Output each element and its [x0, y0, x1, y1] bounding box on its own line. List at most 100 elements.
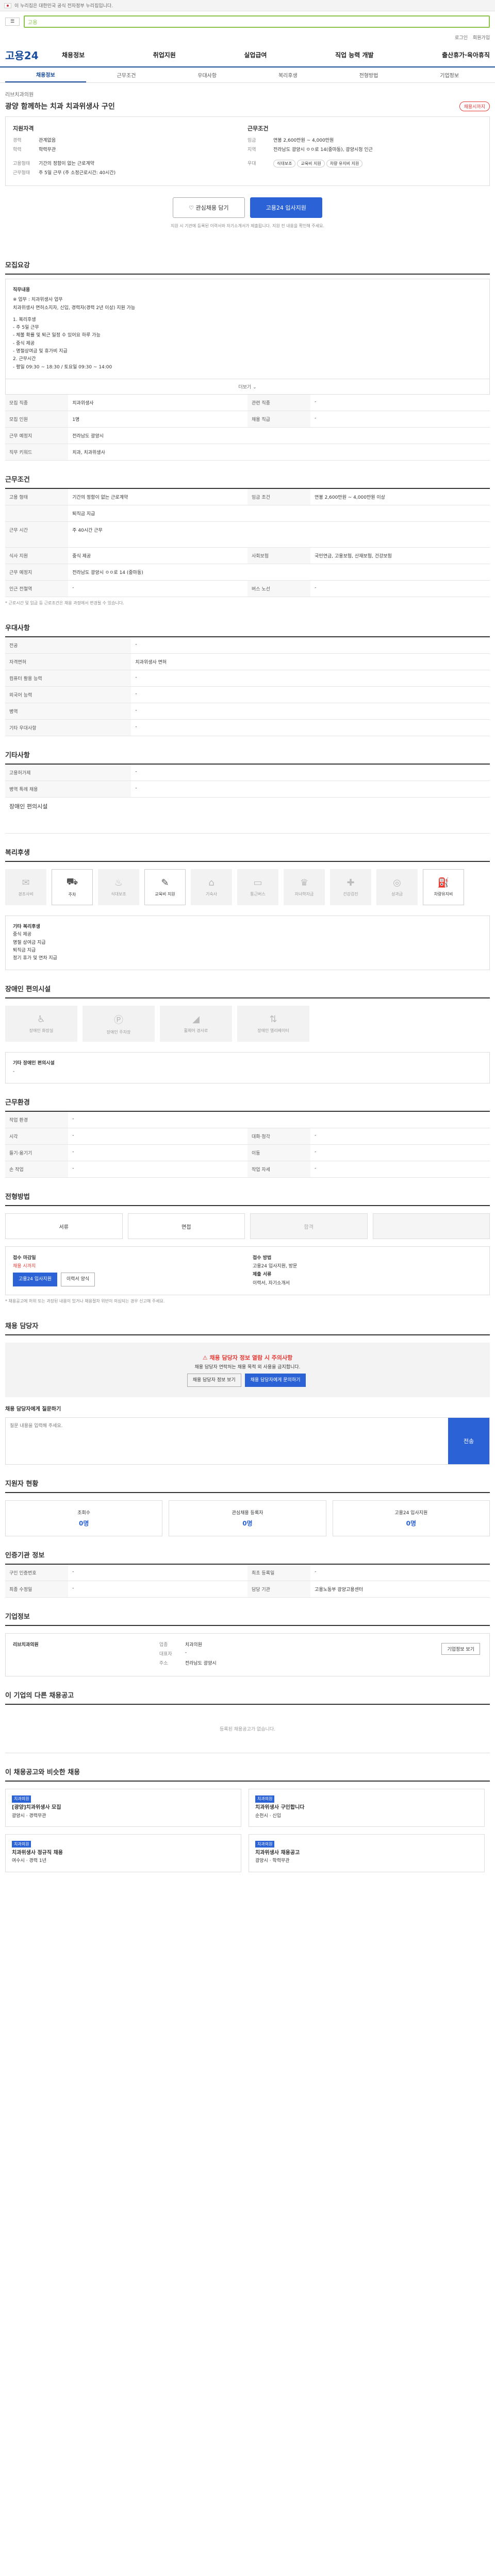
- welfare-label: 식대보조: [111, 891, 126, 896]
- welfare-label: 경조사비: [18, 891, 34, 896]
- td: -: [310, 1161, 490, 1178]
- welfare-line: 퇴직금 지급: [13, 947, 36, 953]
- hamburger-icon[interactable]: ☰: [5, 18, 20, 26]
- td: -: [310, 580, 490, 597]
- alert-title: 채용 담당자 정보 열람 시 주의사항: [209, 1354, 293, 1361]
- section-title-text: 인증기관 정보: [5, 1551, 45, 1560]
- th: 병역 특례 채용: [5, 781, 131, 798]
- card-meta: 광양시 · 경력무관: [12, 1813, 46, 1819]
- company-name[interactable]: 리브치과의원: [5, 90, 490, 98]
- elevator-icon: ⇅: [269, 1014, 277, 1025]
- empty-message: 등록된 채용공고가 없습니다.: [5, 1705, 490, 1753]
- card-meta: 광양시 · 학력무관: [255, 1858, 290, 1864]
- pref-table: 전공 - 자격면허 치과위생사 면허 컴퓨터 활용 능력 - 외국어 능력 - 병역 - …: [5, 637, 490, 736]
- desc-line: - 중식 제공: [13, 341, 35, 346]
- welfare-line: 중식 제공: [13, 932, 31, 938]
- welfare-item: ♨ 식대보조: [98, 869, 139, 905]
- ask-contact-button[interactable]: 채용 담당자에게 문의하기: [244, 1373, 306, 1387]
- tab[interactable]: 근무조건: [86, 67, 167, 82]
- search-input[interactable]: 고용: [24, 15, 490, 28]
- status-value: 0명: [406, 1519, 417, 1527]
- disability-label: 장애인 화장실: [29, 1028, 54, 1033]
- th: 인근 전철역: [5, 580, 69, 597]
- condition-table: 고용 형태 기간의 정함이 없는 근로계약 임금 조건 연봉 2,600만원 ~ 4,…: [5, 488, 490, 597]
- join-link[interactable]: 회원가입: [473, 34, 490, 41]
- nav-item[interactable]: 채용정보: [62, 50, 85, 59]
- view-contact-button[interactable]: 채용 담당자 정보 보기: [187, 1373, 241, 1387]
- kv-value: 치과의원: [185, 1642, 202, 1648]
- bus-icon: ▭: [253, 877, 262, 888]
- nav-item[interactable]: 취업지원: [153, 50, 176, 59]
- section-title: 우대사항: [5, 622, 490, 637]
- benefit-chips: 식대보조 교육비 지원 차량 유지비 지원: [273, 160, 482, 167]
- td: 기간의 정함이 없는 근로계약: [68, 488, 248, 505]
- job-card[interactable]: 치과의원 치과위생사 채용공고 광양시 · 학력무관: [249, 1834, 485, 1872]
- section-title-text: 기업정보: [5, 1613, 30, 1621]
- section-corp: 기업정보 리브치과의원 업종 치과의원 대표자 - 주소 전라남도 광양시 기업정보 …: [5, 1611, 490, 1676]
- status-box: 조회수 0명: [5, 1500, 163, 1536]
- th: 들기·옮기기: [5, 1144, 69, 1162]
- scrap-button[interactable]: ♡ 관심채용 담기: [173, 197, 245, 218]
- td: -: [131, 670, 490, 687]
- coin-icon: ◎: [393, 877, 401, 888]
- kv-value: 연봉 2,600만원 ~ 4,000만원: [273, 138, 334, 143]
- desc-line: 치과위생사 면허소지자, 신입, 경력자(경력 2년 이상) 지원 가능: [13, 305, 136, 311]
- nav-item[interactable]: 실업급여: [244, 50, 267, 59]
- logo[interactable]: 고용24: [5, 47, 62, 62]
- kv-key: 대표자: [159, 1651, 172, 1657]
- section-title: 전형방법: [5, 1191, 490, 1207]
- disability-icons: ♿ 장애인 화장실 Ⓟ 장애인 주차장 ◢ 휠체어 경사로 ⇅ 장애인 엘리베이터: [5, 1006, 490, 1042]
- td: -: [68, 1144, 248, 1162]
- job-card[interactable]: 치과의원 치과위생사 구인합니다 순천시 · 신입: [249, 1788, 485, 1827]
- th: 채용 직급: [247, 411, 311, 428]
- etc-sub: 장애인 편의시설: [5, 798, 490, 834]
- qa-title: 채용 담당자에게 질문하기: [5, 1406, 61, 1412]
- question-input[interactable]: [6, 1417, 448, 1464]
- section-info: 인증기관 정보 구인 인증번호 - 최초 등록일 - 최종 수정일 - 담당 기관 고용노동…: [5, 1550, 490, 1598]
- status-label: 고용24 입사지원: [394, 1510, 428, 1516]
- section-status: 지원자 현황 조회수 0명 관심채용 등록자 0명 고용24 입사지원 0명: [5, 1478, 490, 1536]
- tab[interactable]: 채용정보: [5, 67, 86, 82]
- job-card[interactable]: 치과의원 [광양]치과위생사 모집 광양시 · 경력무관: [5, 1788, 241, 1827]
- car-icon: ⛟: [66, 876, 78, 888]
- login-link[interactable]: 로그인: [455, 34, 468, 41]
- th: 모집 인원: [5, 411, 69, 428]
- tab[interactable]: 전형방법: [328, 67, 409, 82]
- status-label: 관심채용 등록자: [232, 1510, 263, 1516]
- section-work: 근무환경 작업 환경 - 시각 - 대화·청각 - 들기·옮기기 - 이동 - 손 작업 - 작업…: [5, 1097, 490, 1178]
- apply-button[interactable]: 고용24 입사지원: [250, 197, 322, 218]
- apply-button-2[interactable]: 고용24 입사지원: [13, 1273, 57, 1286]
- info-table: 구인 인증번호 - 최초 등록일 - 최종 수정일 - 담당 기관 고용노동부 광양고용센터: [5, 1564, 490, 1598]
- step: [372, 1213, 490, 1240]
- th: 식사 지원: [5, 547, 69, 564]
- kv-key: 우대: [248, 161, 256, 166]
- section-title: 모집요강: [5, 260, 490, 275]
- top-bar: ☰ 고용: [0, 11, 495, 32]
- nav-item[interactable]: 직업 능력 개발: [335, 50, 374, 59]
- td: -: [131, 719, 490, 736]
- scrap-label: 관심채용 담기: [195, 205, 229, 211]
- job-card[interactable]: 치과의원 치과위생사 정규직 채용 여수시 · 경력 1년: [5, 1834, 241, 1872]
- th: 버스 노선: [247, 580, 311, 597]
- th: 자격면허: [5, 653, 131, 670]
- section-etc: 기타사항 고용허가제 - 병역 특례 채용 - 장애인 편의시설: [5, 750, 490, 834]
- th: 관련 직종: [247, 394, 311, 411]
- resume-form-button[interactable]: 이력서 양식: [60, 1273, 95, 1286]
- send-button[interactable]: 전송: [448, 1417, 489, 1464]
- nav-item[interactable]: 출산휴가·육아휴직: [442, 50, 490, 59]
- tab[interactable]: 우대사항: [167, 67, 248, 82]
- section-title-text: 이 채용공고와 비슷한 채용: [5, 1768, 80, 1776]
- search-text: 고용: [28, 20, 38, 26]
- td: 퇴직금 지급: [68, 505, 490, 522]
- tab[interactable]: 기업정보: [409, 67, 490, 82]
- kv-value: 전라남도 광양시: [185, 1660, 217, 1666]
- card-tag: 치과의원: [255, 1840, 275, 1848]
- tab[interactable]: 복리후생: [248, 67, 328, 82]
- welfare-text: 기타 복리후생 중식 제공 명절 상여금 지급 퇴직금 지급 정기 휴가 및 연…: [5, 915, 490, 971]
- more-button[interactable]: 더보기 ⌄: [5, 379, 490, 395]
- kv-value: 학력무관: [39, 147, 56, 152]
- corp-info-button[interactable]: 기업정보 보기: [441, 1642, 480, 1655]
- fine-print: * 근로시간 및 임금 등 근로조건은 채용 과정에서 변경될 수 있습니다.: [5, 600, 124, 605]
- doc-text: 이력서, 자기소개서: [253, 1280, 290, 1286]
- td: 1명: [68, 411, 248, 428]
